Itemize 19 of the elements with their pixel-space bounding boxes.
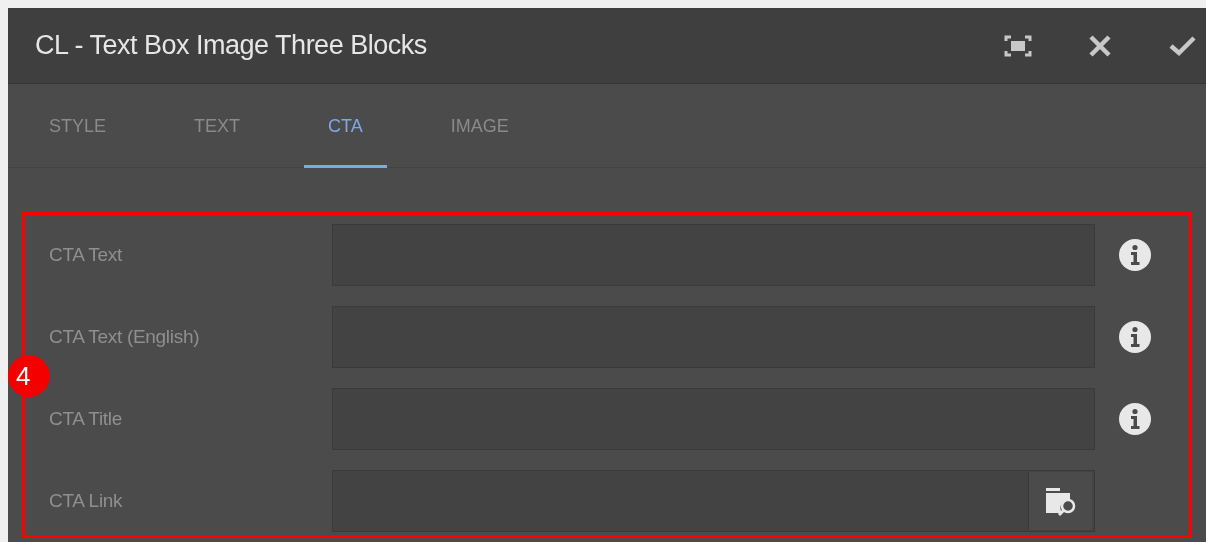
window-title: CL - Text Box Image Three Blocks bbox=[35, 30, 428, 61]
input-field[interactable] bbox=[332, 470, 1095, 532]
tab[interactable]: CTA bbox=[304, 84, 387, 168]
annotation-badge: 4 bbox=[8, 355, 50, 397]
fullscreen-icon bbox=[1004, 33, 1032, 58]
info-icon[interactable] bbox=[1118, 402, 1152, 436]
field-label: CTA Link bbox=[49, 490, 124, 512]
field-label: CTA Text (English) bbox=[49, 326, 201, 348]
folder-search-icon bbox=[1043, 485, 1078, 517]
tab[interactable]: STYLE bbox=[25, 84, 131, 168]
tab[interactable]: IMAGE bbox=[426, 84, 533, 168]
close-icon bbox=[1088, 33, 1112, 58]
info-icon[interactable] bbox=[1118, 320, 1152, 354]
tab[interactable]: TEXT bbox=[170, 84, 265, 168]
browse-button[interactable] bbox=[1028, 472, 1092, 530]
field-label: CTA Text bbox=[49, 244, 123, 266]
field-label: CTA Title bbox=[49, 408, 123, 430]
info-icon[interactable] bbox=[1118, 238, 1152, 272]
checkmark-icon bbox=[1168, 34, 1196, 57]
